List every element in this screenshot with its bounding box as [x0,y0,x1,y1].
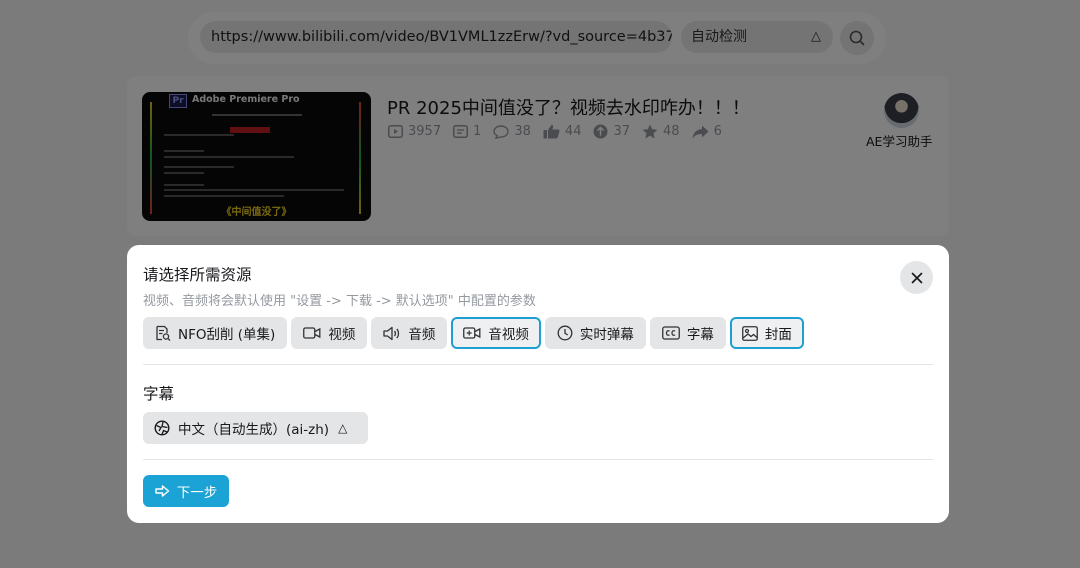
next-step-label: 下一步 [176,485,218,501]
dropdown-triangle-icon: △ [338,421,348,435]
option-audio-video[interactable]: 音视频 [451,317,541,349]
divider [143,364,933,365]
speaker-icon [383,326,400,340]
clock-icon [557,325,573,341]
option-subtitles[interactable]: 字幕 [649,317,726,349]
dialog-subtitle: 视频、音频将会默认使用 "设置 -> 下载 -> 默认选项" 中配置的参数 [143,294,536,309]
option-video[interactable]: 视频 [291,317,368,349]
option-cover[interactable]: 封面 [729,317,804,349]
subtitle-section-title: 字幕 [143,385,175,403]
dialog-title: 请选择所需资源 [143,266,252,284]
close-icon [911,272,922,283]
language-icon [154,420,170,436]
subtitle-language-select[interactable]: 中文（自动生成）(ai-zh) △ [143,412,368,444]
divider [143,459,933,460]
option-nfo[interactable]: NFO刮削 (单集) [143,317,288,349]
cc-icon [661,326,680,340]
audio-video-icon [463,327,481,339]
resource-options: NFO刮削 (单集) 视频 音频 音视频 实时弹幕 字幕 封面 [143,317,808,349]
image-icon [741,325,758,341]
next-step-button[interactable]: 下一步 [143,475,229,507]
nfo-icon [156,325,171,341]
video-camera-icon [303,327,321,339]
resource-select-dialog: 请选择所需资源 视频、音频将会默认使用 "设置 -> 下载 -> 默认选项" 中… [127,245,949,523]
subtitle-language-value: 中文（自动生成）(ai-zh) [178,422,330,438]
option-live-danmaku[interactable]: 实时弹幕 [544,317,646,349]
arrow-right-icon [155,485,169,497]
option-audio[interactable]: 音频 [371,317,448,349]
close-button[interactable] [900,261,933,294]
